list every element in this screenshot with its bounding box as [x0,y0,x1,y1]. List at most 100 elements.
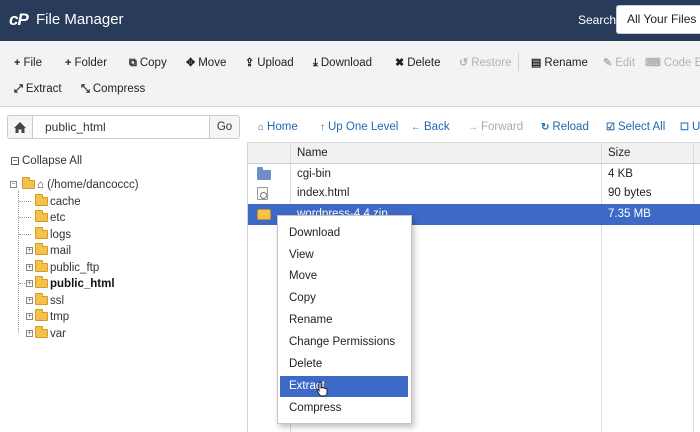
expand-tmp-toggle[interactable]: + [26,313,33,320]
top-bar: cP File Manager Search All Your Files [0,0,700,41]
compress-arrows-icon: ⤡ [81,83,90,95]
tree-item-logs[interactable]: logs [35,227,71,242]
menu-item-view[interactable]: View [280,245,408,266]
delete-button[interactable]: ✖ Delete [395,56,440,70]
search-scope-select[interactable]: All Your Files [616,5,700,34]
move-button[interactable]: ✥ Move [186,56,226,70]
folder-icon [35,194,48,206]
tree-item-public-html[interactable]: public_html [35,276,115,291]
back-link[interactable]: ← Back [411,120,450,135]
tree-item-etc[interactable]: etc [35,210,65,225]
checkbox-empty-icon: ☐ [680,122,689,133]
tree-item-tmp[interactable]: tmp [35,309,69,324]
compress-button[interactable]: ⤡ Compress [81,82,145,96]
tree-item-var[interactable]: var [35,326,66,341]
file-size: 7.35 MB [608,208,651,220]
folder-open-icon [22,177,35,189]
menu-item-delete[interactable]: Delete [280,354,408,375]
folder-icon [35,243,48,255]
download-icon: ⤓ [313,57,318,69]
folder-icon [35,260,48,272]
folder-icon [257,167,271,180]
collapse-root-toggle[interactable]: − [10,181,17,188]
unselect-all-link[interactable]: ☐ U [680,120,700,135]
app-title: File Manager [36,11,124,28]
copy-icon: ⧉ [129,57,137,69]
icon-column-header[interactable] [248,142,290,164]
reload-link[interactable]: ↻ Reload [541,120,589,135]
folder-icon [35,210,48,222]
toolbar: + File + Folder ⧉ Copy ✥ Move ⇪ Upload ⤓ Downl… [0,41,700,107]
new-file-button[interactable]: + File [14,56,42,70]
expand-public-html-toggle[interactable]: + [26,280,33,287]
home-link[interactable]: ⌂ Home [258,120,298,135]
code-icon: ⌨ [645,57,661,69]
cpanel-logo[interactable]: cP [9,10,31,30]
menu-item-download[interactable]: Download [280,223,408,244]
copy-button[interactable]: ⧉ Copy [129,56,167,70]
house-icon: ⌂ [258,122,265,133]
collapse-all-link[interactable]: − Collapse All [11,155,82,167]
folder-icon [35,309,48,321]
name-column-header[interactable]: Name [290,142,601,164]
tree-guide-line [19,234,31,235]
restore-icon: ↺ [459,57,469,69]
rename-button[interactable]: ▤ Rename [531,56,588,70]
tree-item-public-ftp[interactable]: public_ftp [35,260,99,275]
search-label: Search [578,13,617,27]
folder-icon [35,293,48,305]
zip-file-icon [257,209,271,220]
folder-icon [35,326,48,338]
file-size: 90 bytes [608,187,652,199]
pencil-icon: ✎ [603,57,613,69]
rename-icon: ▤ [531,57,542,69]
table-row[interactable]: index.html 90 bytes [248,183,700,204]
toolbar-divider [518,53,519,71]
go-button[interactable]: Go [209,115,240,139]
code-editor-button[interactable]: ⌨ Code E [645,56,700,70]
upload-button[interactable]: ⇪ Upload [245,56,294,70]
close-icon: ✖ [395,57,405,69]
expand-public-ftp-toggle[interactable]: + [26,264,33,271]
html-file-icon [257,187,268,200]
tree-guide-line [19,201,31,202]
tree-root[interactable]: ⌂ (/home/dancoccc) [22,177,139,192]
table-row[interactable]: cgi-bin 4 KB [248,164,700,185]
forward-link[interactable]: → Forward [468,120,523,135]
context-menu: Download View Move Copy Rename Change Pe… [277,215,412,424]
menu-item-copy[interactable]: Copy [280,288,408,309]
menu-item-rename[interactable]: Rename [280,310,408,331]
new-folder-button[interactable]: + Folder [65,56,107,70]
expand-var-toggle[interactable]: + [26,330,33,337]
extract-button[interactable]: ⤢ Extract [14,82,62,96]
folder-icon [35,276,48,288]
path-input[interactable]: public_html [33,115,209,139]
size-column-header[interactable]: Size [601,142,700,164]
house-icon [14,122,26,133]
minus-square-icon: − [11,156,19,165]
edit-button[interactable]: ✎ Edit [603,56,635,70]
restore-button[interactable]: ↺ Restore [459,56,512,70]
folder-icon [35,227,48,239]
tree-item-mail[interactable]: mail [35,243,71,258]
expand-arrows-icon: ⤢ [14,83,23,95]
file-name: cgi-bin [297,168,331,180]
up-one-level-link[interactable]: ↑ Up One Level [320,120,398,135]
home-path-button[interactable] [7,115,33,139]
plus-icon: + [14,57,21,69]
tree-item-cache[interactable]: cache [35,194,81,209]
expand-ssl-toggle[interactable]: + [26,297,33,304]
tree-item-ssl[interactable]: ssl [35,293,64,308]
tree-guide-line [19,217,31,218]
menu-item-extract[interactable]: Extract [280,376,408,397]
menu-item-change-permissions[interactable]: Change Permissions [280,332,408,353]
select-all-link[interactable]: ☑ Select All [606,120,665,135]
expand-mail-toggle[interactable]: + [26,247,33,254]
hand-cursor-icon [316,381,328,397]
file-name: index.html [297,187,350,199]
download-button[interactable]: ⤓ Download [313,56,372,70]
menu-item-compress[interactable]: Compress [280,398,408,419]
checkbox-icon: ☑ [606,122,615,133]
menu-item-move[interactable]: Move [280,266,408,287]
home-icon: ⌂ [37,179,44,191]
